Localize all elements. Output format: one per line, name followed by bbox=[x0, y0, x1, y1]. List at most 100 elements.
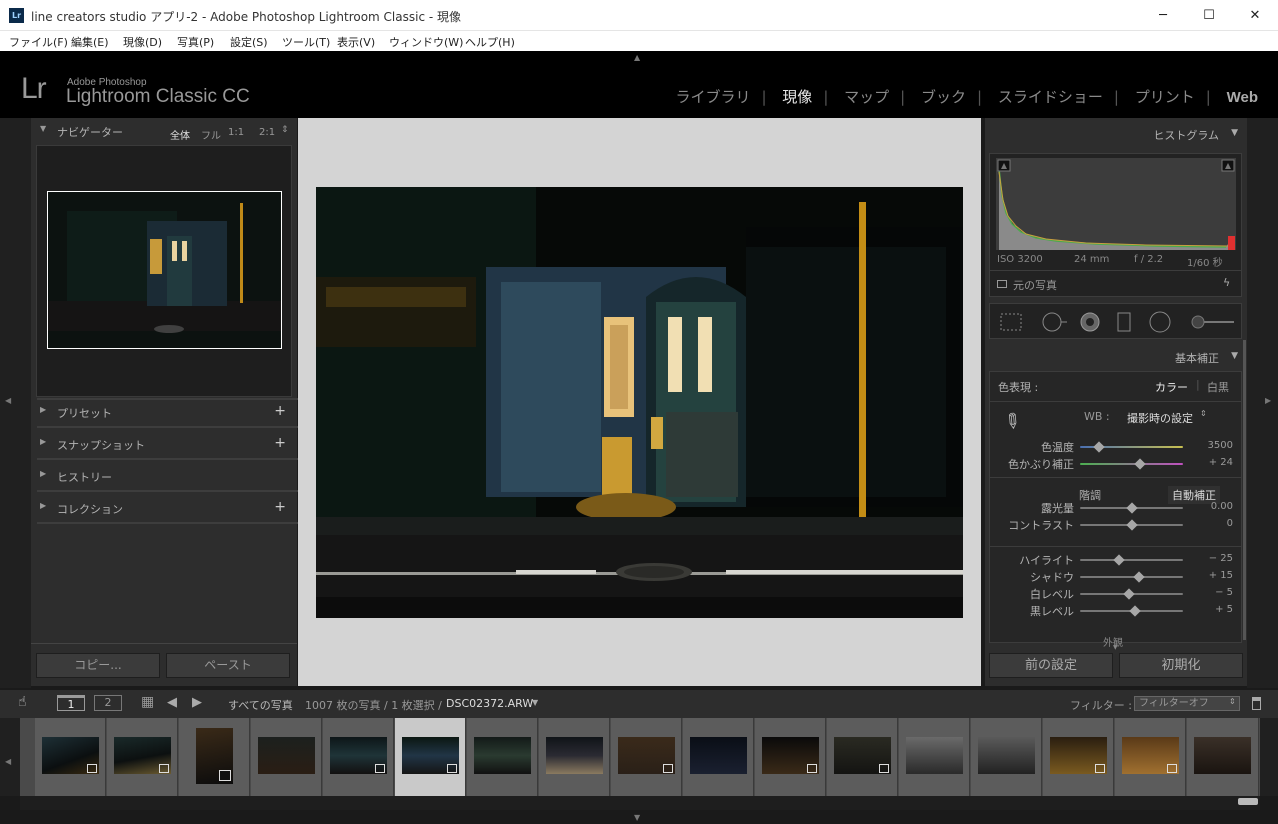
temp-slider-knob[interactable] bbox=[1093, 441, 1105, 453]
right-panel-toggle-icon[interactable]: ▶ bbox=[1265, 396, 1271, 405]
histogram-graph[interactable] bbox=[996, 158, 1236, 250]
filmstrip-cell[interactable] bbox=[179, 718, 250, 796]
slider-knob[interactable] bbox=[1113, 554, 1125, 566]
reset-button[interactable]: 初期化 bbox=[1119, 653, 1243, 678]
zoom-stepper-icon[interactable]: ⇕ bbox=[281, 125, 289, 135]
slider-value[interactable]: 0 bbox=[1193, 518, 1233, 529]
filmstrip-cell[interactable] bbox=[611, 718, 682, 796]
menu-window[interactable]: ウィンドウ(W) bbox=[389, 34, 463, 50]
temp-value[interactable]: 3500 bbox=[1193, 440, 1233, 451]
filmstrip-cell[interactable] bbox=[539, 718, 610, 796]
presets-header[interactable]: ▶ プリセット + bbox=[31, 403, 297, 427]
scrollbar[interactable] bbox=[1243, 340, 1246, 640]
menu-edit[interactable]: 編集(E) bbox=[71, 34, 109, 50]
collapse-arrow-icon[interactable]: ▼ bbox=[1231, 128, 1238, 138]
maximize-button[interactable]: ☐ bbox=[1186, 0, 1232, 31]
filmstrip-cell[interactable] bbox=[683, 718, 754, 796]
slider-value[interactable]: + 5 bbox=[1193, 604, 1233, 615]
filmstrip-cell[interactable] bbox=[323, 718, 394, 796]
filmstrip-cell[interactable] bbox=[899, 718, 970, 796]
basic-title[interactable]: 基本補正 bbox=[1175, 350, 1219, 366]
treatment-bw[interactable]: 白黒 bbox=[1207, 379, 1229, 395]
grid-view-icon[interactable]: ▦ bbox=[141, 694, 154, 710]
menu-settings[interactable]: 設定(S) bbox=[230, 34, 268, 50]
snapshots-header[interactable]: ▶ スナップショット + bbox=[31, 435, 297, 459]
copy-button[interactable]: コピー... bbox=[36, 653, 160, 678]
module-develop[interactable]: 現像 bbox=[782, 86, 812, 107]
menu-help[interactable]: ヘルプ(H) bbox=[465, 34, 515, 50]
filmstrip-cell[interactable] bbox=[971, 718, 1042, 796]
hand-icon[interactable]: ☝ bbox=[18, 694, 27, 710]
module-library[interactable]: ライブラリ bbox=[675, 86, 750, 107]
slider-knob[interactable] bbox=[1129, 605, 1141, 617]
filter-stepper-icon[interactable]: ⇕ bbox=[1229, 697, 1236, 706]
menu-photo[interactable]: 写真(P) bbox=[177, 34, 214, 50]
filmstrip-cell[interactable] bbox=[1043, 718, 1114, 796]
filmstrip-cell[interactable] bbox=[107, 718, 178, 796]
slider-knob[interactable] bbox=[1126, 519, 1138, 531]
filmstrip-cell[interactable] bbox=[467, 718, 538, 796]
navigator-thumbnail[interactable] bbox=[47, 191, 282, 349]
next-arrow-icon[interactable]: ▶ bbox=[192, 695, 202, 710]
menu-file[interactable]: ファイル(F) bbox=[9, 34, 68, 50]
history-header[interactable]: ▶ ヒストリー bbox=[31, 469, 297, 491]
tint-slider-track[interactable] bbox=[1080, 463, 1183, 465]
previous-settings-button[interactable]: 前の設定 bbox=[989, 653, 1113, 678]
source-label[interactable]: すべての写真 bbox=[228, 697, 293, 713]
filmstrip-cell[interactable] bbox=[755, 718, 826, 796]
original-photo-checkbox[interactable] bbox=[997, 280, 1007, 288]
previous-arrow-icon[interactable]: ◀ bbox=[167, 695, 177, 710]
wb-select[interactable]: 撮影時の設定 bbox=[1127, 410, 1193, 426]
navigator-header[interactable]: ▼ ナビゲーター bbox=[31, 124, 297, 146]
filmstrip-cell[interactable] bbox=[1115, 718, 1186, 796]
treatment-color[interactable]: カラー bbox=[1155, 379, 1188, 395]
slider-track[interactable] bbox=[1080, 559, 1183, 561]
filmstrip-cell[interactable] bbox=[35, 718, 106, 796]
left-panel-toggle-icon[interactable]: ◀ bbox=[5, 396, 11, 405]
filter-select[interactable]: フィルターオフ bbox=[1134, 696, 1240, 711]
tint-slider-knob[interactable] bbox=[1134, 458, 1146, 470]
zoom-2-1[interactable]: 2:1 bbox=[259, 127, 275, 138]
top-panel-toggle-icon[interactable]: ▲ bbox=[634, 53, 640, 62]
slider-value[interactable]: + 15 bbox=[1193, 570, 1233, 581]
paste-button[interactable]: ペースト bbox=[166, 653, 290, 678]
main-photo[interactable] bbox=[316, 187, 963, 618]
slider-value[interactable]: 0.00 bbox=[1193, 501, 1233, 512]
slider-knob[interactable] bbox=[1133, 571, 1145, 583]
slider-track[interactable] bbox=[1080, 576, 1183, 578]
more-arrow-icon[interactable]: ▼ bbox=[1113, 644, 1118, 651]
bottom-left-toggle-icon[interactable]: ◀ bbox=[5, 757, 11, 766]
filmstrip-scroll-thumb[interactable] bbox=[1238, 798, 1258, 805]
menu-develop[interactable]: 現像(D) bbox=[123, 34, 162, 50]
collections-header[interactable]: ▶ コレクション + bbox=[31, 499, 297, 523]
module-map[interactable]: マップ bbox=[844, 86, 889, 107]
filmstrip-cell[interactable] bbox=[1187, 718, 1259, 796]
add-collection-icon[interactable]: + bbox=[274, 499, 286, 515]
menu-tools[interactable]: ツール(T) bbox=[282, 34, 330, 50]
add-preset-icon[interactable]: + bbox=[274, 403, 286, 419]
add-snapshot-icon[interactable]: + bbox=[274, 435, 286, 451]
collapse-arrow-icon[interactable]: ▼ bbox=[1231, 351, 1238, 361]
menu-view[interactable]: 表示(V) bbox=[337, 34, 375, 50]
view1-button[interactable]: 1 bbox=[57, 695, 85, 711]
slider-value[interactable]: − 25 bbox=[1193, 553, 1233, 564]
zoom-fit[interactable]: 全体 bbox=[170, 127, 190, 142]
filmstrip-cell-selected[interactable] bbox=[395, 718, 466, 796]
bottom-panel-toggle-icon[interactable]: ▼ bbox=[634, 813, 640, 822]
filmstrip-cell[interactable] bbox=[251, 718, 322, 796]
slider-knob[interactable] bbox=[1126, 502, 1138, 514]
lightning-icon[interactable]: ϟ bbox=[1223, 276, 1230, 289]
tint-value[interactable]: + 24 bbox=[1193, 457, 1233, 468]
slider-knob[interactable] bbox=[1123, 588, 1135, 600]
histogram-title[interactable]: ヒストグラム bbox=[1153, 127, 1219, 143]
zoom-1-1[interactable]: 1:1 bbox=[228, 127, 244, 138]
wb-eyedropper-icon[interactable]: ✎ bbox=[998, 406, 1026, 435]
module-slideshow[interactable]: スライドショー bbox=[998, 86, 1103, 107]
slider-value[interactable]: − 5 bbox=[1193, 587, 1233, 598]
chevron-down-icon[interactable]: ▼ bbox=[532, 698, 538, 707]
zoom-fill[interactable]: フル bbox=[201, 127, 221, 142]
view2-button[interactable]: 2 bbox=[94, 695, 122, 711]
filmstrip-cell[interactable] bbox=[827, 718, 898, 796]
module-print[interactable]: プリント bbox=[1135, 86, 1195, 107]
filename[interactable]: DSC02372.ARW bbox=[446, 697, 533, 710]
